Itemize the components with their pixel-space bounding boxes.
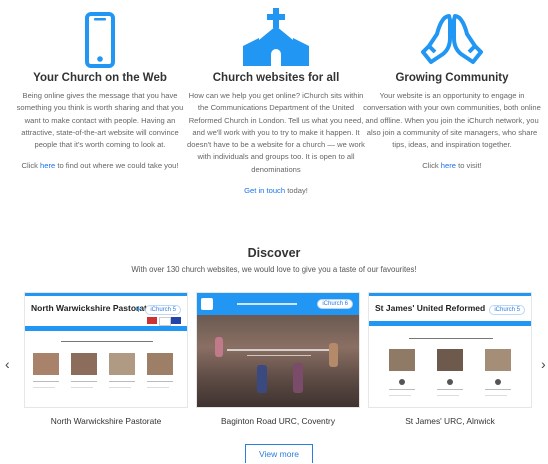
feature-cta: Click here to visit! xyxy=(362,160,542,172)
thumb-caption xyxy=(109,387,131,388)
thumb-caption xyxy=(71,381,97,382)
chevron-left-icon[interactable]: ‹ xyxy=(5,356,10,372)
visit-link[interactable]: here xyxy=(441,161,456,170)
cross-icon: + xyxy=(135,302,143,316)
carousel: ‹ North Warwickshire Pastorate + iChurch… xyxy=(0,292,548,432)
cta-text: to find out where we could take you! xyxy=(55,161,179,171)
feature-body: Being online gives the message that you … xyxy=(16,91,184,150)
view-more-button[interactable]: View more xyxy=(245,444,313,463)
feature-body: How can we help you get online? iChurch … xyxy=(187,91,365,174)
hero-subheading xyxy=(247,355,311,356)
thumb-caption xyxy=(33,387,55,388)
smartphone-icon xyxy=(10,0,190,68)
feature-body: Your website is an opportunity to engage… xyxy=(363,91,541,150)
thumb-caption xyxy=(147,381,173,382)
dot-icon xyxy=(399,379,405,385)
top-bar xyxy=(369,293,531,296)
church-icon xyxy=(186,0,366,68)
thumb-caption xyxy=(437,389,463,390)
thumb-caption xyxy=(109,381,135,382)
cta-text: Click xyxy=(422,161,441,171)
person-figure xyxy=(215,337,223,357)
flag-icon xyxy=(147,317,157,324)
dot-icon xyxy=(447,379,453,385)
nav-bar xyxy=(25,326,187,331)
ichurch-badge: iChurch 5 xyxy=(145,305,181,315)
site-screenshot[interactable]: iChurch 6 xyxy=(196,292,360,408)
thumb-caption xyxy=(389,395,411,396)
welcome-line xyxy=(61,341,153,342)
feature-cta: Get in touch today! xyxy=(186,185,366,197)
discover-section: Discover With over 130 church websites, … xyxy=(0,246,548,274)
thumbnail xyxy=(485,349,511,371)
thumbnail xyxy=(109,353,135,375)
find-out-link[interactable]: here xyxy=(40,161,55,170)
dot-icon xyxy=(495,379,501,385)
nav-links xyxy=(237,303,297,305)
hero-heading xyxy=(227,349,331,351)
thumb-caption xyxy=(485,395,507,396)
logo xyxy=(201,298,213,310)
top-bar xyxy=(25,293,187,296)
thumbnail xyxy=(33,353,59,375)
cta-text: to visit! xyxy=(456,161,482,171)
carousel-card[interactable]: St James' United Reformed iChurch 5 St J… xyxy=(368,292,532,426)
get-in-touch-link[interactable]: Get in touch xyxy=(244,186,285,195)
feature-title: Your Church on the Web xyxy=(33,72,167,84)
cta-text: today! xyxy=(285,186,308,196)
discover-title: Discover xyxy=(247,246,301,260)
card-caption[interactable]: North Warwickshire Pastorate xyxy=(24,416,188,426)
feature-cta: Click here to find out where we could ta… xyxy=(10,160,190,172)
site-screenshot[interactable]: North Warwickshire Pastorate + iChurch 5 xyxy=(24,292,188,408)
thumbnail xyxy=(389,349,415,371)
card-caption[interactable]: Baginton Road URC, Coventry xyxy=(196,416,360,426)
discover-subtitle: With over 130 church websites, we would … xyxy=(131,265,417,274)
thumb-caption xyxy=(437,395,459,396)
flag-icon xyxy=(171,317,181,324)
ichurch-badge: iChurch 6 xyxy=(317,299,353,309)
thumb-caption xyxy=(389,389,415,390)
thumb-caption xyxy=(485,389,511,390)
site-title: North Warwickshire Pastorate xyxy=(31,303,152,313)
features-section: Your Church on the Web Being online give… xyxy=(0,0,548,240)
thumbnail xyxy=(71,353,97,375)
carousel-card[interactable]: iChurch 6 Baginton Road URC, Coventry xyxy=(196,292,360,426)
welcome-line xyxy=(409,338,493,339)
site-title: St James' United Reformed xyxy=(375,303,486,313)
nav-bar xyxy=(369,321,531,326)
card-caption[interactable]: St James' URC, Alnwick xyxy=(368,416,532,426)
praying-hands-icon xyxy=(362,0,542,68)
thumb-caption xyxy=(147,387,169,388)
feature-church-websites: Church websites for all How can we help … xyxy=(186,0,366,197)
site-screenshot[interactable]: St James' United Reformed iChurch 5 xyxy=(368,292,532,408)
feature-church-on-web: Your Church on the Web Being online give… xyxy=(10,0,190,173)
feature-title: Church websites for all xyxy=(212,72,340,84)
thumbnail xyxy=(147,353,173,375)
cta-text: Click xyxy=(21,161,41,171)
flag-icon xyxy=(159,317,171,326)
ichurch-badge: iChurch 5 xyxy=(489,305,525,315)
thumb-caption xyxy=(33,381,59,382)
thumbnail xyxy=(437,349,463,371)
person-figure xyxy=(257,365,267,393)
feature-title: Growing Community xyxy=(395,72,509,84)
feature-growing-community: Growing Community Your website is an opp… xyxy=(362,0,542,173)
person-figure xyxy=(293,363,303,393)
thumb-caption xyxy=(71,387,93,388)
chevron-right-icon[interactable]: › xyxy=(541,356,546,372)
person-figure xyxy=(329,343,338,367)
carousel-card[interactable]: North Warwickshire Pastorate + iChurch 5… xyxy=(24,292,188,426)
